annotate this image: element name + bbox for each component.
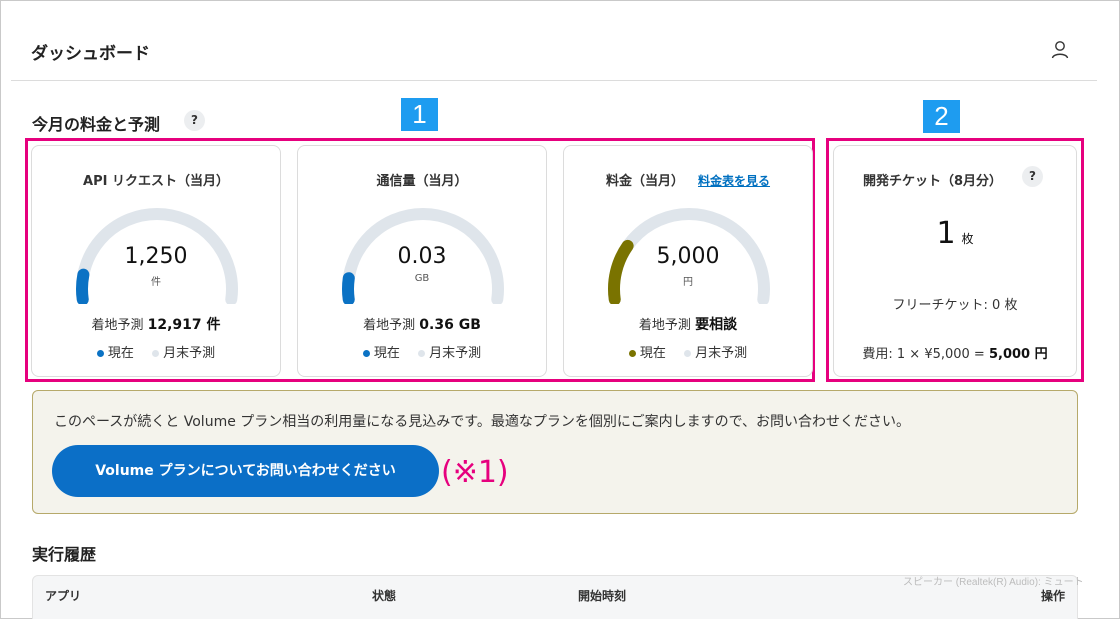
ticket-count-unit: 枚: [961, 232, 974, 246]
forecast: 着地予測 要相談: [564, 314, 812, 334]
marker-1: 1: [401, 98, 438, 131]
column-header-start-time[interactable]: 開始時刻: [578, 587, 626, 604]
gauge-value: 1,250: [124, 244, 188, 269]
help-icon[interactable]: ?: [1022, 166, 1043, 187]
legend: 現在 月末予測: [564, 342, 812, 361]
forecast: 着地予測 0.36 GB: [298, 314, 546, 333]
legend-forecast: 月末予測: [695, 346, 748, 361]
legend-current: 現在: [107, 346, 134, 361]
legend-dot-current: [628, 349, 636, 357]
legend-dot-current: [96, 349, 104, 357]
gauge-value: 0.03: [397, 244, 447, 269]
gauge-unit: GB: [414, 273, 430, 284]
forecast-label: 着地予測: [363, 318, 416, 333]
ticket-cost-total: 5,000 円: [988, 347, 1048, 362]
ticket-count: 1枚: [834, 216, 1076, 251]
ticket-cost-label: 費用: 1 × ¥5,000 =: [862, 347, 989, 362]
notice-message: このペースが続くと Volume プラン相当の利用量になる見込みです。最適なプラ…: [54, 414, 911, 430]
volume-plan-notice: このペースが続くと Volume プラン相当の利用量になる見込みです。最適なプラ…: [32, 390, 1078, 514]
legend: 現在 月末予測: [32, 342, 280, 361]
gauge-value: 5,000: [656, 244, 720, 269]
page-title: ダッシュボード: [31, 44, 150, 64]
legend-dot-forecast: [684, 349, 692, 357]
billing-section-title: 今月の料金と予測: [32, 115, 161, 134]
column-header-status[interactable]: 状態: [372, 587, 396, 604]
traffic-card: 通信量（当月） 0.03 GB 着地予測 0.36 GB 現在 月末予測: [297, 145, 547, 377]
legend-dot-current: [362, 349, 370, 357]
fee-card: 料金（当月） 料金表を見る 5,000 円 着地予測 要相談 現在 月末予測: [563, 145, 813, 377]
legend-forecast: 月末予測: [429, 346, 482, 361]
forecast-label: 着地予測: [91, 318, 144, 333]
legend-dot-forecast: [152, 349, 160, 357]
user-icon[interactable]: [1049, 39, 1071, 61]
forecast-label: 着地予測: [638, 318, 691, 333]
forecast-value: 要相談: [695, 317, 738, 333]
legend-current: 現在: [639, 346, 666, 361]
api-request-card: API リクエスト（当月） 1,250 件 着地予測 12,917 件 現在 月…: [31, 145, 281, 377]
card-title: 通信量（当月）: [376, 174, 468, 189]
forecast-value: 12,917 件: [147, 317, 221, 333]
column-header-actions[interactable]: 操作: [1041, 587, 1065, 604]
ticket-count-value: 1: [936, 216, 956, 251]
legend-current: 現在: [373, 346, 400, 361]
price-table-link[interactable]: 料金表を見る: [698, 174, 770, 188]
legend: 現在 月末予測: [298, 342, 546, 361]
contact-volume-plan-button[interactable]: Volume プランについてお問い合わせください: [52, 445, 439, 497]
ticket-title: 開発チケット（8月分）: [863, 174, 1003, 189]
card-title: 料金（当月） 料金表を見る: [564, 170, 812, 189]
system-overlay-text: スピーカー (Realtek(R) Audio): ミュート: [903, 577, 1084, 588]
legend-dot-forecast: [418, 349, 426, 357]
annotation-note: (※1): [441, 455, 509, 490]
app-header: ダッシュボード: [11, 1, 1097, 81]
card-title-text: 料金（当月）: [605, 174, 684, 189]
free-ticket: フリーチケット: 0 枚: [892, 298, 1018, 313]
legend-forecast: 月末予測: [163, 346, 216, 361]
gauge-unit: 件: [151, 277, 161, 288]
card-title: API リクエスト（当月）: [83, 174, 229, 189]
gauge-unit: 円: [683, 277, 693, 288]
column-header-app[interactable]: アプリ: [45, 587, 81, 604]
marker-2: 2: [923, 100, 960, 133]
forecast: 着地予測 12,917 件: [32, 314, 280, 334]
dev-ticket-card: 開発チケット（8月分） ? 1枚 フリーチケット: 0 枚 費用: 1 × ¥5…: [833, 145, 1077, 377]
ticket-cost: 費用: 1 × ¥5,000 = 5,000 円: [834, 343, 1076, 362]
history-title: 実行履歴: [32, 545, 97, 564]
help-icon[interactable]: ?: [184, 110, 205, 131]
forecast-value: 0.36 GB: [419, 317, 481, 333]
